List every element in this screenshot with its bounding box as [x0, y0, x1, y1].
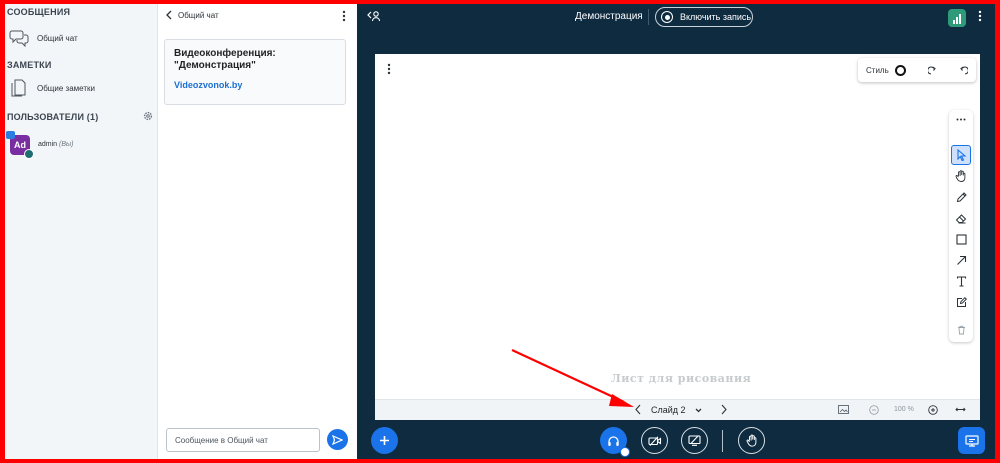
hand-icon [746, 434, 756, 447]
camera-off-icon [647, 435, 661, 446]
public-chat-label: Общий чат [37, 33, 78, 43]
chat-input-placeholder: Сообщение в Общий чат [175, 435, 268, 445]
slide-selector[interactable]: Слайд 2 [651, 405, 686, 415]
camera-button[interactable] [641, 427, 668, 454]
gear-icon[interactable] [143, 111, 153, 121]
welcome-message: Видеоконференция: "Демонстрация" Videozv… [164, 39, 346, 105]
signal-bar [959, 14, 961, 24]
select-tool[interactable] [951, 145, 971, 165]
welcome-text: Видеоконференция: "Демонстрация" [174, 48, 276, 71]
arrow-tool[interactable] [951, 250, 971, 270]
pan-icon [955, 170, 966, 182]
screenshare-button[interactable] [681, 427, 708, 454]
audio-settings-badge[interactable] [620, 447, 630, 457]
users-section-title: ПОЛЬЗОВАТЕЛИ (1) [7, 112, 99, 122]
bottom-bar-divider [722, 430, 723, 452]
text-tool[interactable] [951, 271, 971, 291]
undo-icon[interactable] [959, 65, 968, 75]
topbar-divider [648, 9, 649, 25]
note-tool[interactable] [951, 292, 971, 312]
avatar[interactable]: Ad [6, 131, 34, 159]
chat-panel: Общий чат Видеоконференция: "Демонстраци… [158, 4, 357, 459]
note-icon [956, 296, 967, 307]
connection-status-button[interactable] [948, 9, 966, 27]
image-icon[interactable] [838, 405, 849, 414]
record-button[interactable]: Включить запись [655, 7, 753, 27]
raise-hand-button[interactable] [738, 427, 765, 454]
signal-bar [956, 17, 958, 24]
redo-icon[interactable] [927, 65, 937, 75]
send-icon [332, 434, 343, 445]
delete-tool[interactable] [951, 320, 971, 340]
next-slide-icon[interactable] [721, 404, 727, 415]
welcome-link[interactable]: Videozvonok.by [174, 80, 336, 90]
user-name[interactable]: admin (Вы) [38, 141, 74, 148]
user-name-text: admin [38, 141, 58, 148]
signal-bars-icon [953, 20, 955, 24]
plus-icon [380, 436, 389, 445]
user-list-toggle-icon[interactable] [367, 10, 381, 22]
chat-bubbles-icon [9, 30, 29, 47]
text-icon [956, 275, 966, 287]
chat-message-input[interactable]: Сообщение в Общий чат [166, 428, 320, 452]
chat-title: Общий чат [178, 10, 219, 20]
zoom-out-icon[interactable] [869, 405, 879, 415]
avatar-initials: Ad [14, 140, 26, 150]
zoom-level: 100 % [894, 406, 914, 413]
user-you-tag: (Вы) [59, 141, 74, 148]
messages-section-title: СООБЩЕНИЯ [7, 7, 71, 17]
moderator-icon [6, 131, 15, 139]
shared-notes-item[interactable]: Общие заметки [9, 79, 95, 97]
select-icon [956, 149, 966, 161]
status-badge [24, 149, 34, 159]
app-window: СООБЩЕНИЯ Общий чат ЗАМЕТКИ Общие заметк… [5, 4, 995, 459]
whiteboard-watermark: Лист для рисования [611, 372, 752, 385]
meeting-title: Демонстрация [575, 11, 643, 22]
eraser-tool[interactable] [951, 208, 971, 228]
eraser-icon [955, 213, 967, 223]
rectangle-tool[interactable] [951, 229, 971, 249]
pan-tool[interactable] [951, 166, 971, 186]
style-circle-icon[interactable] [894, 64, 906, 76]
slide-controls: Слайд 2 100 % [375, 399, 980, 420]
send-button[interactable] [327, 429, 348, 450]
pencil-icon [956, 191, 967, 202]
more-vertical-icon[interactable] [342, 10, 346, 22]
previous-slide-icon[interactable] [635, 404, 641, 415]
chevron-down-icon[interactable] [695, 408, 702, 413]
record-icon [661, 11, 673, 23]
user-list-panel: СООБЩЕНИЯ Общий чат ЗАМЕТКИ Общие заметк… [5, 4, 158, 459]
more-vertical-icon[interactable] [387, 63, 391, 75]
drawing-toolbar [949, 110, 973, 342]
public-chat-item[interactable]: Общий чат [9, 29, 78, 47]
record-label: Включить запись [680, 12, 752, 22]
more-vertical-icon[interactable] [978, 10, 982, 22]
shared-notes-label: Общие заметки [37, 83, 95, 93]
whiteboard[interactable]: Стиль Лист для рисования Слайд 2 100 % [375, 54, 980, 420]
style-label[interactable]: Стиль [866, 66, 889, 75]
trash-icon [957, 325, 965, 335]
arrow-icon [956, 255, 966, 265]
presentation-button[interactable] [958, 427, 985, 454]
notes-icon [11, 79, 26, 97]
style-toolbar: Стиль [858, 58, 976, 82]
zoom-in-icon[interactable] [928, 405, 938, 415]
rectangle-icon [955, 233, 967, 245]
pencil-tool[interactable] [951, 187, 971, 207]
notes-section-title: ЗАМЕТКИ [7, 60, 52, 70]
more-horizontal-icon[interactable] [956, 118, 966, 121]
chevron-left-icon[interactable] [166, 10, 172, 20]
actions-button[interactable] [371, 427, 398, 454]
fit-width-icon[interactable] [955, 407, 966, 412]
audio-button[interactable] [600, 427, 630, 457]
chat-header[interactable]: Общий чат [166, 10, 219, 20]
presentation-icon [964, 434, 979, 447]
headset-icon [608, 435, 619, 446]
screenshare-off-icon [688, 435, 701, 446]
